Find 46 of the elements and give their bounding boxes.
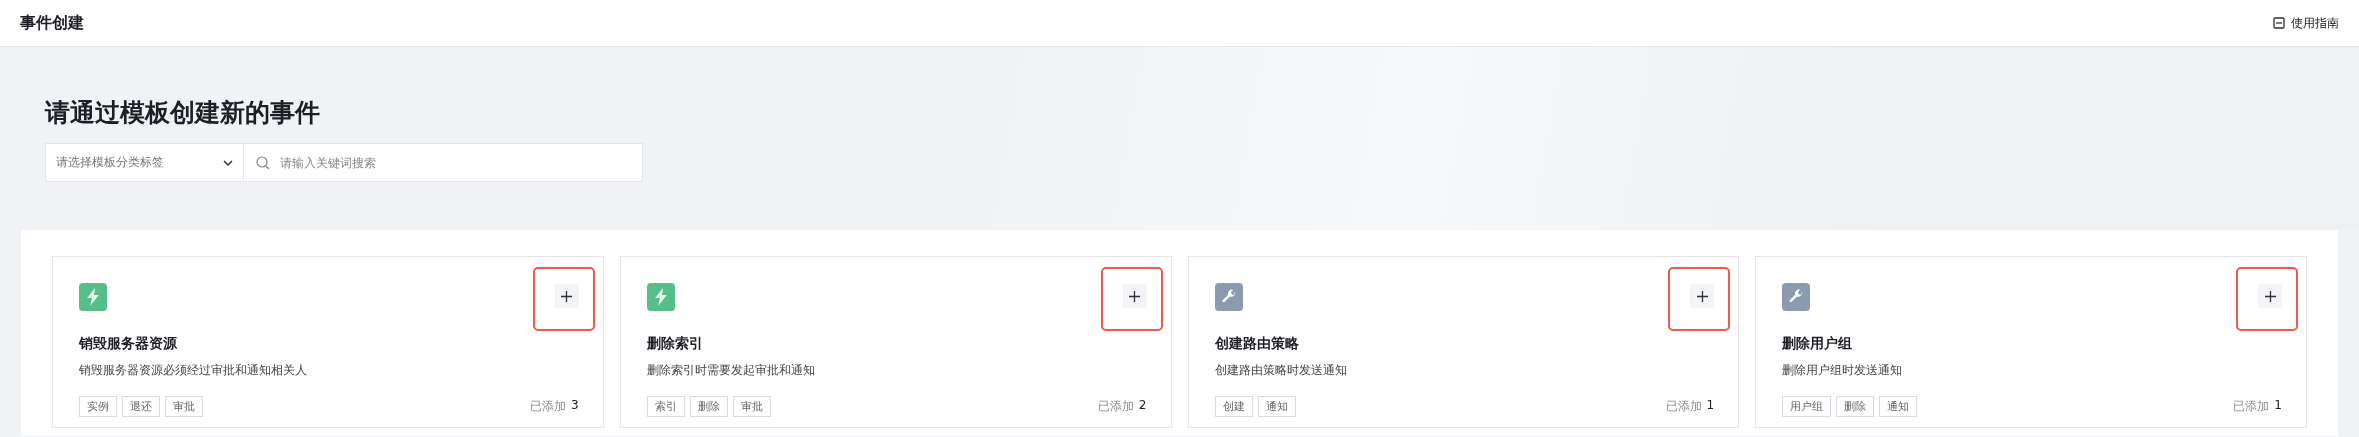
card-description: 销毁服务器资源必须经过审批和通知相关人	[79, 362, 308, 379]
added-label: 已添加	[2233, 398, 2270, 415]
added-count: 1	[2274, 398, 2282, 414]
added-count: 1	[1706, 398, 1715, 414]
tag: 删除	[1836, 396, 1875, 417]
add-button[interactable]	[2258, 284, 2282, 308]
tag: 审批	[165, 396, 203, 417]
tag: 退还	[122, 396, 160, 417]
tag: 创建	[1214, 396, 1253, 417]
add-button[interactable]	[1690, 284, 1715, 308]
hero-title: 请通过模板创建新的事件	[45, 97, 321, 129]
added-count: 3	[571, 398, 579, 414]
add-button[interactable]	[554, 284, 579, 308]
search-icon	[256, 155, 270, 170]
plus-icon	[561, 290, 573, 302]
tag: 通知	[1257, 396, 1296, 417]
wrench-icon	[1788, 289, 1805, 305]
tag: 审批	[732, 396, 771, 417]
add-button[interactable]	[1122, 284, 1147, 308]
plus-icon	[2264, 290, 2276, 302]
wrench-icon	[1220, 289, 1237, 305]
added-label: 已添加	[530, 398, 567, 415]
plus-icon	[1696, 290, 1708, 302]
category-select[interactable]: 请选择模板分类标签	[45, 143, 244, 182]
card-description: 删除索引时需要发起审批和通知	[646, 362, 816, 379]
plus-icon	[1129, 290, 1140, 302]
chevron-down-icon	[223, 159, 233, 166]
card-title: 创建路由策略	[1214, 335, 1300, 353]
card-title: 删除用户组	[1782, 335, 1854, 353]
tag: 通知	[1879, 396, 1918, 417]
lightning-icon	[652, 288, 669, 306]
added-label: 已添加	[1097, 398, 1134, 415]
card-title: 删除索引	[646, 335, 704, 353]
added-count: 2	[1138, 398, 1147, 414]
tag: 删除	[689, 396, 728, 417]
search-box[interactable]: 请输入关键词搜索	[244, 143, 643, 182]
page-title: 事件创建	[20, 12, 84, 34]
guide-link[interactable]: 使用指南	[2273, 14, 2339, 32]
card-description: 创建路由策略时发送通知	[1214, 362, 1348, 379]
added-label: 已添加	[1665, 398, 1702, 415]
card-title: 销毁服务器资源	[79, 335, 178, 353]
lightning-icon	[85, 288, 101, 306]
card-description: 删除用户组时发送通知	[1782, 362, 1904, 379]
tag: 索引	[646, 396, 685, 417]
tag: 用户组	[1782, 396, 1832, 417]
tag: 实例	[79, 396, 117, 417]
